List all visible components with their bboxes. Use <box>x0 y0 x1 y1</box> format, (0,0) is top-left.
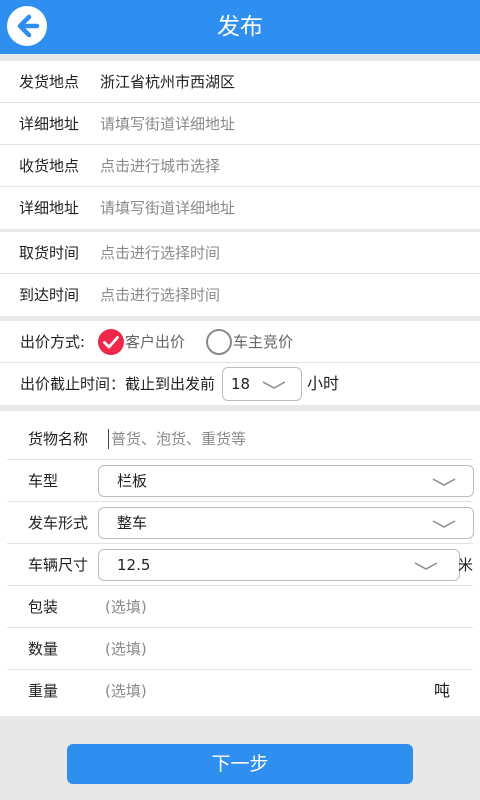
weight-input[interactable]: (选填) <box>105 670 147 712</box>
packing-input[interactable]: (选填) <box>105 586 147 628</box>
check-icon <box>103 336 119 349</box>
driver-bid-label[interactable]: 车主竞价 <box>233 321 293 363</box>
weight-row[interactable]: 重量 (选填) 吨 <box>7 670 473 712</box>
destination-address-row[interactable]: 详细地址 请填写街道详细地址 <box>0 187 480 229</box>
origin-address-label: 详细地址 <box>19 115 80 133</box>
quantity-input[interactable]: (选填) <box>105 628 147 670</box>
chevron-down-icon <box>414 562 438 570</box>
pickup-time-label: 取货时间 <box>19 244 80 262</box>
vehicle-type-select[interactable]: 栏板 <box>98 465 474 497</box>
vehicle-size-row: 车辆尺寸 12.5 米 <box>7 544 473 586</box>
vehicle-type-value: 栏板 <box>117 472 148 490</box>
dispatch-type-row: 发车形式 整车 <box>7 502 474 544</box>
cargo-name-label: 货物名称 <box>28 430 89 448</box>
bid-deadline-row: 出价截止时间：截止到出发前 18 小时 <box>0 363 480 405</box>
dispatch-type-value: 整车 <box>117 514 148 532</box>
origin-label: 发货地点 <box>19 73 80 91</box>
pricing-method-label: 出价方式: <box>20 333 86 351</box>
chevron-down-icon <box>432 478 456 486</box>
origin-value[interactable]: 浙江省杭州市西湖区 <box>100 61 235 103</box>
pickup-time-picker[interactable]: 点击进行选择时间 <box>100 232 220 274</box>
arrival-time-picker[interactable]: 点击进行选择时间 <box>100 274 220 316</box>
bid-deadline-select[interactable]: 18 <box>222 367 302 401</box>
packing-row[interactable]: 包装 (选填) <box>7 586 473 628</box>
pickup-time-row[interactable]: 取货时间 点击进行选择时间 <box>0 232 480 274</box>
cargo-name-input[interactable]: 普货、泡货、重货等 <box>111 418 246 460</box>
vehicle-size-unit: 米 <box>458 556 474 574</box>
page-title: 发布 <box>217 14 263 40</box>
dispatch-type-select[interactable]: 整车 <box>98 507 474 539</box>
destination-picker[interactable]: 点击进行城市选择 <box>100 145 220 187</box>
weight-unit: 吨 <box>434 681 451 700</box>
customer-price-label[interactable]: 客户出价 <box>125 321 185 363</box>
bid-deadline-label: 出价截止时间：截止到出发前 <box>20 375 216 393</box>
packing-label: 包装 <box>28 598 59 616</box>
destination-row[interactable]: 收货地点 点击进行城市选择 <box>0 145 480 187</box>
vehicle-type-label: 车型 <box>28 472 59 490</box>
destination-address-label: 详细地址 <box>19 199 80 217</box>
weight-label: 重量 <box>28 682 59 700</box>
text-cursor <box>108 429 109 449</box>
cargo-name-row[interactable]: 货物名称 普货、泡货、重货等 <box>7 418 473 460</box>
pricing-section: 出价方式: 客户出价 车主竞价 出价截止时间：截止到出发前 18 小时 <box>0 321 480 405</box>
bid-deadline-value: 18 <box>231 375 251 393</box>
arrival-time-label: 到达时间 <box>19 286 80 304</box>
arrival-time-row[interactable]: 到达时间 点击进行选择时间 <box>0 274 480 316</box>
pricing-method-row: 出价方式: 客户出价 车主竞价 <box>0 321 480 363</box>
origin-address-row[interactable]: 详细地址 请填写街道详细地址 <box>0 103 480 145</box>
time-section: 取货时间 点击进行选择时间 到达时间 点击进行选择时间 <box>0 232 480 316</box>
route-section: 发货地点 浙江省杭州市西湖区 详细地址 请填写街道详细地址 收货地点 点击进行城… <box>0 61 480 229</box>
origin-row[interactable]: 发货地点 浙江省杭州市西湖区 <box>0 61 480 103</box>
quantity-row[interactable]: 数量 (选填) <box>7 628 473 670</box>
footer: 下一步 <box>0 716 480 800</box>
next-step-button[interactable]: 下一步 <box>67 744 413 784</box>
chevron-down-icon <box>262 381 286 389</box>
vehicle-size-value: 12.5 <box>117 556 151 574</box>
dispatch-type-label: 发车形式 <box>28 514 89 532</box>
origin-address-input[interactable]: 请填写街道详细地址 <box>100 103 235 145</box>
vehicle-size-label: 车辆尺寸 <box>28 556 89 574</box>
vehicle-type-row: 车型 栏板 <box>7 460 474 502</box>
quantity-label: 数量 <box>28 640 59 658</box>
vehicle-size-select[interactable]: 12.5 <box>98 549 460 581</box>
cargo-section: 货物名称 普货、泡货、重货等 车型 栏板 发车形式 整车 车辆尺寸 12.5 米 <box>0 411 480 716</box>
bid-deadline-unit: 小时 <box>307 374 340 393</box>
top-bar: 发布 <box>0 0 480 54</box>
driver-bid-radio[interactable] <box>206 329 232 355</box>
destination-address-input[interactable]: 请填写街道详细地址 <box>100 187 235 229</box>
customer-price-radio[interactable] <box>98 329 124 355</box>
chevron-down-icon <box>432 520 456 528</box>
destination-label: 收货地点 <box>19 157 80 175</box>
